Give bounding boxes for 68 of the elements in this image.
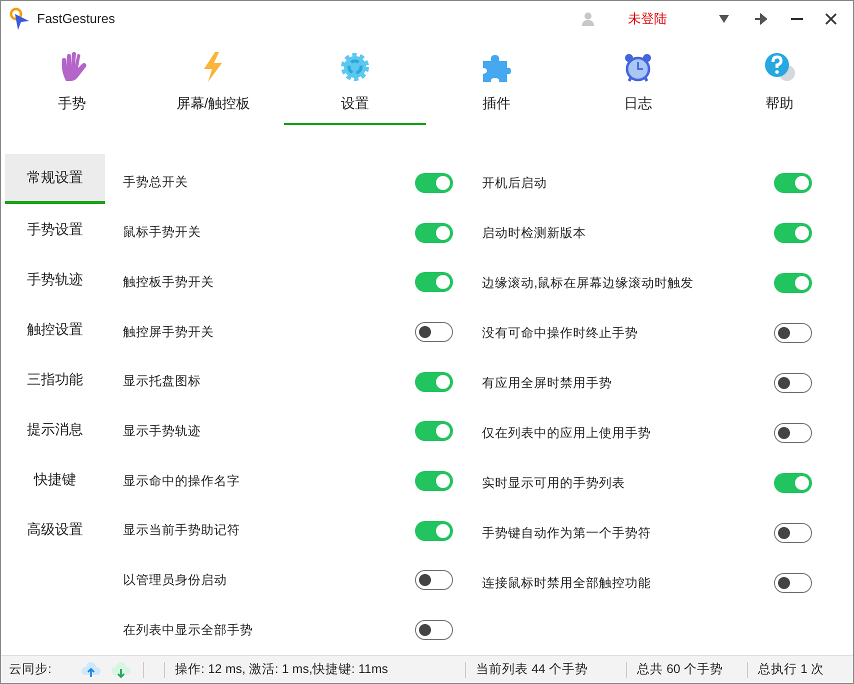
sidebar-item[interactable]: 提示消息	[5, 404, 105, 454]
toggle-switch[interactable]	[774, 523, 812, 543]
toggle-switch[interactable]	[774, 373, 812, 393]
toggle-switch[interactable]	[415, 471, 453, 492]
tab[interactable]: 手势	[1, 45, 142, 125]
toggle-switch[interactable]	[415, 272, 453, 292]
setting-label: 启动时检测新版本	[482, 224, 586, 242]
toggle-switch[interactable]	[415, 322, 453, 342]
setting-label: 触控板手势开关	[123, 274, 214, 291]
setting-label: 显示托盘图标	[123, 373, 201, 390]
setting-label: 鼠标手势开关	[123, 224, 201, 242]
cloud-download-icon[interactable]	[111, 660, 131, 678]
sidebar-item[interactable]: 触控设置	[5, 304, 105, 354]
toggle-switch[interactable]	[415, 620, 453, 640]
setting-label: 显示手势轨迹	[123, 422, 201, 440]
tab[interactable]: 帮助	[708, 45, 850, 125]
sidebar-item[interactable]: 常规设置	[5, 154, 105, 204]
toggle-switch[interactable]	[774, 473, 812, 493]
toggle-switch[interactable]	[774, 573, 812, 593]
setting-label: 手势键自动作为第一个手势符	[482, 524, 651, 542]
setting-label: 在列表中显示全部手势	[123, 622, 253, 639]
toggle-switch[interactable]	[774, 173, 812, 193]
cloud-upload-icon[interactable]	[81, 660, 101, 678]
toggle-switch[interactable]	[415, 421, 453, 442]
tab[interactable]: 设置	[284, 45, 426, 125]
app-logo-icon	[9, 7, 31, 31]
user-icon	[582, 12, 594, 26]
setting-label: 显示当前手势助记符	[123, 522, 240, 540]
tab[interactable]: 日志	[567, 45, 708, 125]
toggle-switch[interactable]	[774, 423, 812, 443]
toggle-switch[interactable]	[415, 172, 453, 193]
setting-label: 以管理员身份启动	[123, 572, 227, 590]
sidebar-item[interactable]: 手势轨迹	[5, 254, 105, 304]
toggle-switch[interactable]	[774, 323, 812, 343]
close-icon[interactable]	[825, 13, 837, 25]
toggle-switch[interactable]	[415, 372, 453, 392]
setting-label: 开机后启动	[482, 174, 547, 192]
gear-icon	[338, 51, 371, 83]
sidebar-item[interactable]: 三指功能	[5, 354, 105, 404]
login-status[interactable]: 未登陆	[628, 9, 667, 29]
toggle-switch[interactable]	[415, 570, 453, 590]
setting-label: 仅在列表中的应用上使用手势	[482, 424, 651, 442]
tab[interactable]: 插件	[426, 45, 567, 125]
toggle-switch[interactable]	[774, 223, 812, 243]
help-icon	[763, 51, 796, 83]
sidebar-item[interactable]: 高级设置	[5, 504, 105, 554]
toggle-switch[interactable]	[774, 273, 812, 293]
sidebar-item[interactable]: 手势设置	[5, 204, 105, 254]
toggle-switch[interactable]	[415, 222, 453, 243]
pin-icon[interactable]	[755, 13, 767, 25]
setting-label: 有应用全屏时禁用手势	[482, 374, 612, 392]
setting-label: 没有可命中操作时终止手势	[482, 324, 638, 342]
setting-label: 触控屏手势开关	[123, 324, 214, 341]
setting-label: 边缘滚动,鼠标在屏幕边缘滚动时触发	[482, 274, 694, 292]
dropdown-icon[interactable]	[719, 15, 729, 23]
toggle-switch[interactable]	[415, 520, 453, 541]
setting-label: 手势总开关	[123, 174, 188, 192]
sync-label: 云同步:	[9, 661, 52, 678]
total-executions-text: 总执行 1 次	[758, 661, 824, 678]
sidebar-item[interactable]: 快捷键	[5, 454, 105, 504]
timing-text: 操作: 12 ms, 激活: 1 ms,快捷键: 11ms	[175, 661, 390, 678]
setting-label: 实时显示可用的手势列表	[482, 474, 625, 492]
setting-label: 连接鼠标时禁用全部触控功能	[482, 574, 651, 592]
setting-label: 显示命中的操作名字	[123, 472, 240, 490]
total-gestures-text: 总共 60 个手势	[637, 661, 724, 678]
current-list-text: 当前列表 44 个手势	[476, 661, 589, 678]
window-title: FastGestures	[37, 10, 116, 28]
tab[interactable]: 屏幕/触控板	[142, 45, 284, 125]
